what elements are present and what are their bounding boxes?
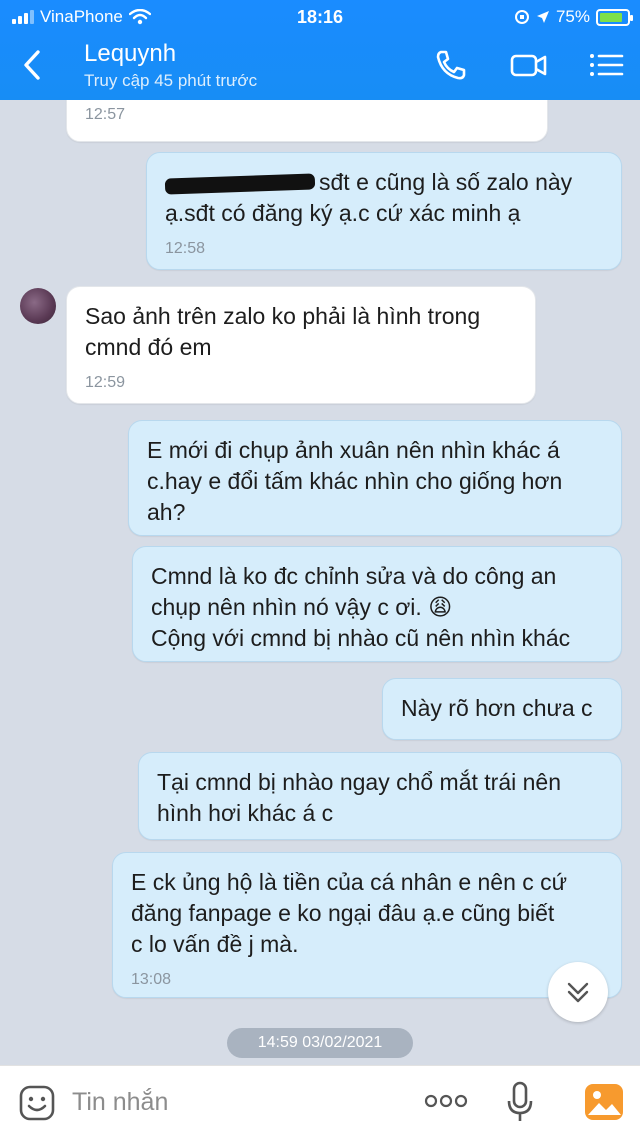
message-text: cmnd đó em <box>85 334 212 360</box>
message-text: Sao ảnh trên zalo ko phải là hình trong <box>85 303 481 329</box>
scroll-down-icon <box>567 982 589 1003</box>
message-text: hình hơi khác á c <box>157 800 334 826</box>
message-text: c.hay e đổi tấm khác nhìn cho giống hơn <box>147 468 563 494</box>
sticker-icon[interactable] <box>18 1084 56 1122</box>
message-outgoing[interactable]: Cmnd là ko đc chỉnh sửa và do công an ch… <box>132 546 622 662</box>
microphone-icon[interactable] <box>506 1081 534 1123</box>
status-bar: VinaPhone 18:16 75% <box>0 0 640 34</box>
message-text: E ck ủng hộ là tiền của cá nhân e nên c … <box>131 869 568 895</box>
message-outgoing[interactable]: E ck ủng hộ là tiền của cá nhân e nên c … <box>112 852 622 998</box>
message-text: E mới đi chụp ảnh xuân nên nhìn khác á <box>147 437 560 463</box>
battery-icon <box>596 8 633 26</box>
chat-header: VinaPhone 18:16 75% Lequynh Truy cập 45 … <box>0 0 640 100</box>
message-incoming[interactable]: Sao ảnh trên zalo ko phải là hình trong … <box>66 286 536 404</box>
orientation-lock-icon <box>514 10 529 24</box>
message-text: Cộng với cmnd bị nhào cũ nên nhìn khác <box>151 625 571 651</box>
contact-name: Lequynh <box>84 40 177 67</box>
message-text: Cmnd là ko đc chỉnh sửa và do công an <box>151 563 557 589</box>
last-seen: Truy cập 45 phút trước <box>84 71 258 90</box>
phone-icon[interactable] <box>432 48 470 82</box>
battery-percent: 75% <box>555 7 590 26</box>
message-text: ạ.sđt có đăng ký ạ.c cứ xác minh ạ <box>165 200 521 226</box>
message-time: 12:57 <box>85 106 126 123</box>
photo-icon[interactable] <box>584 1083 624 1121</box>
message-text: Này rõ hơn chưa c <box>401 695 593 721</box>
location-icon <box>536 11 549 23</box>
message-outgoing[interactable]: Tại cmnd bị nhào ngay chổ mắt trái nên h… <box>138 752 622 840</box>
video-call-icon[interactable] <box>510 48 548 82</box>
contact-info[interactable]: Lequynh Truy cập 45 phút trước <box>84 40 257 91</box>
message-list[interactable]: 12:57 sđt e cũng là số zalo này ạ.sđt có… <box>0 100 640 1065</box>
message-time: 12:59 <box>85 374 126 391</box>
message-time: 12:58 <box>165 240 206 257</box>
message-time: 13:08 <box>131 971 172 988</box>
back-arrow-icon[interactable] <box>18 46 48 84</box>
message-text: đăng fanpage e ko ngại đâu ạ.e cũng biết <box>131 900 555 926</box>
date-separator: 14:59 03/02/2021 <box>227 1028 413 1058</box>
redacted-phone-number <box>164 173 316 195</box>
status-right: 75% <box>514 7 633 27</box>
scroll-down-button[interactable] <box>548 962 608 1022</box>
contact-avatar[interactable] <box>20 288 56 324</box>
message-text: ah? <box>147 499 186 525</box>
more-options-icon[interactable] <box>424 1092 468 1110</box>
message-input-bar: Tin nhắn <box>0 1065 640 1138</box>
message-text: chụp nên nhìn nó vậy c ơi. 😩 <box>151 594 453 620</box>
message-text: sđt e cũng là số zalo này <box>164 167 603 198</box>
message-text: Tại cmnd bị nhào ngay chổ mắt trái nên <box>157 769 562 795</box>
message-input[interactable]: Tin nhắn <box>72 1088 168 1117</box>
message-outgoing[interactable]: Này rõ hơn chưa c <box>382 678 622 740</box>
message-outgoing[interactable]: E mới đi chụp ảnh xuân nên nhìn khác á c… <box>128 420 622 536</box>
message-incoming[interactable]: 12:57 <box>66 100 548 142</box>
menu-list-icon[interactable] <box>588 48 626 82</box>
message-outgoing[interactable]: sđt e cũng là số zalo này ạ.sđt có đăng … <box>146 152 622 270</box>
message-text: c lo vấn đề j mà. <box>131 931 299 957</box>
